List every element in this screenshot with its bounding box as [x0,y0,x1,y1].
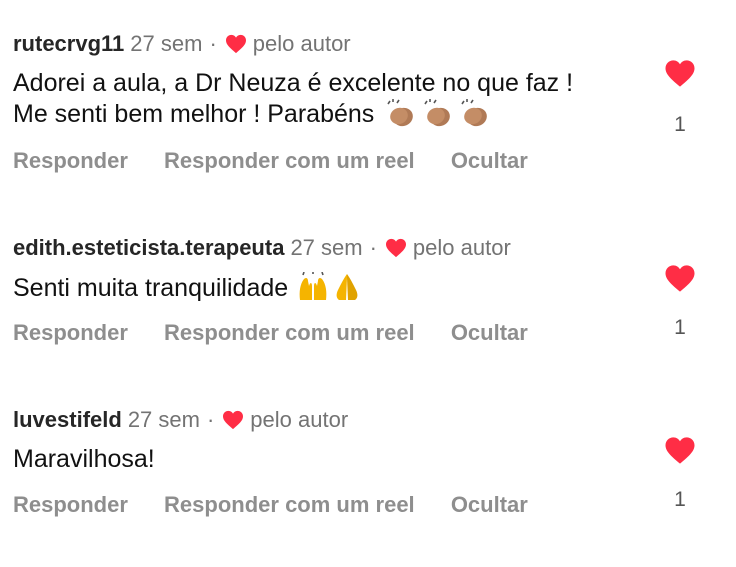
meta-separator: · [209,31,217,56]
clapping-hands-icon [424,99,451,127]
like-count: 1 [674,316,686,339]
comment-text: Senti muita tranquilidade [13,272,623,303]
author-liked-heart-icon [225,34,246,54]
like-heart-icon[interactable] [664,59,696,88]
reply-with-reel-button[interactable]: Responder com um reel [164,320,415,345]
author-liked-label: pelo autor [252,31,351,56]
comment-username[interactable]: edith.esteticista.terapeuta [13,234,284,262]
meta-separator: · [369,235,377,260]
hide-button[interactable]: Ocultar [451,492,528,517]
clapping-hands-icon [387,99,414,127]
comment-text-content: Senti muita tranquilidade [13,274,289,302]
comment-actions: Responder Responder com um reel Ocultar [13,147,558,175]
like-count: 1 [674,113,686,136]
author-liked-heart-icon [385,238,406,258]
author-liked-heart-icon [223,410,244,430]
like-heart-icon[interactable] [664,264,696,293]
comment-time: 27 sem [130,31,203,56]
reply-button[interactable]: Responder [13,492,128,517]
meta-separator: · [206,407,215,432]
reply-button[interactable]: Responder [13,148,128,173]
clapping-hands-icon [461,99,488,127]
comment-actions: Responder Responder com um reel Ocultar [13,491,558,519]
like-count: 1 [674,488,686,511]
comment-meta: rutecrvg11 27 sem · pelo autor [13,30,351,58]
author-liked-label: pelo autor [250,407,349,432]
comment-actions: Responder Responder com um reel Ocultar [13,319,558,347]
comment-username[interactable]: luvestifeld [13,406,122,434]
comment-text: Adorei a aula, a Dr Neuza é excelente no… [13,68,603,129]
folded-hands-icon [336,274,358,300]
comment-text-content: Maravilhosa! [13,445,155,473]
reply-button[interactable]: Responder [13,320,128,345]
author-liked-label: pelo autor [412,235,511,260]
like-heart-icon[interactable] [664,436,696,465]
comment-meta: edith.esteticista.terapeuta 27 sem · pel… [13,234,511,262]
comment-username[interactable]: rutecrvg11 [13,30,124,58]
comment-text: Maravilhosa! [13,444,623,474]
comment-time: 27 sem [127,407,200,432]
comment-meta: luvestifeld 27 sem · pelo autor [13,406,348,434]
hide-button[interactable]: Ocultar [451,320,528,345]
comment-time: 27 sem [290,235,363,260]
raising-hands-icon [299,272,327,300]
reply-with-reel-button[interactable]: Responder com um reel [164,492,415,517]
reply-with-reel-button[interactable]: Responder com um reel [164,148,415,173]
hide-button[interactable]: Ocultar [451,148,528,173]
